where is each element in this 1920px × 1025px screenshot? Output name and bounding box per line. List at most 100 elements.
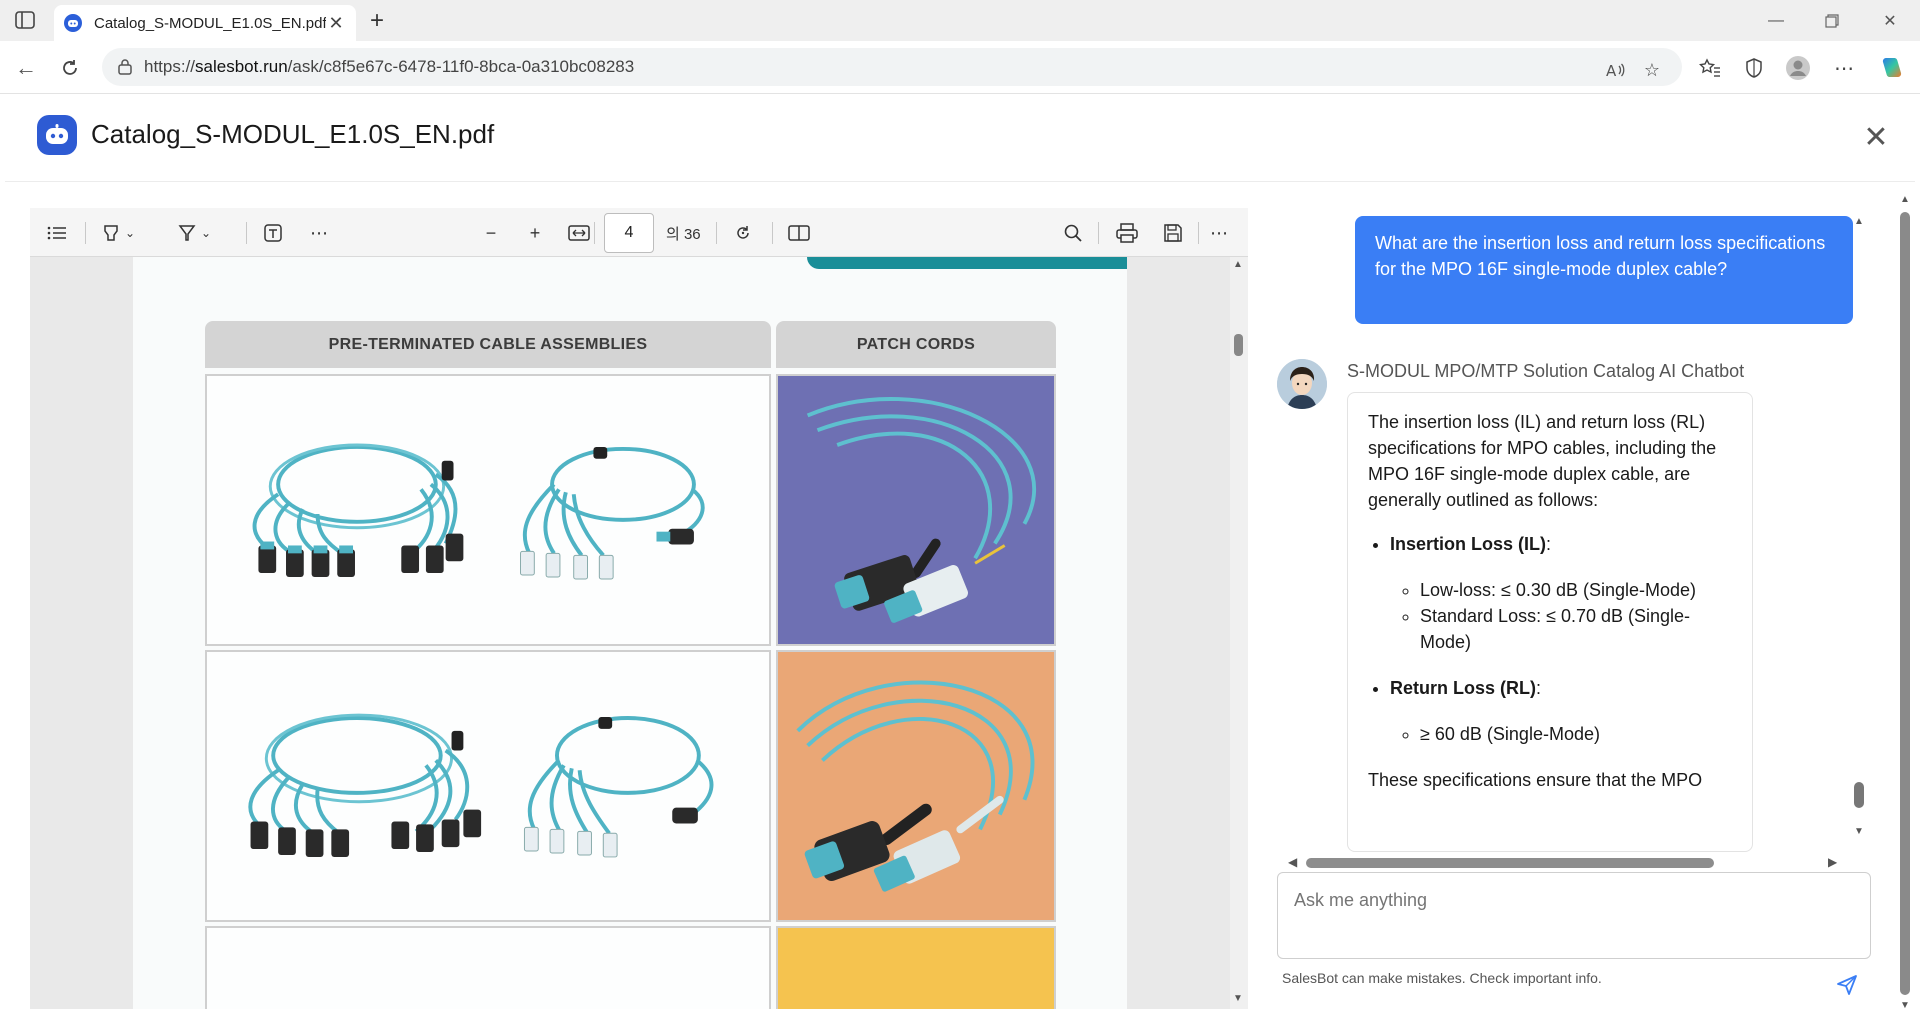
url-host: salesbot.run bbox=[195, 57, 288, 76]
bot-outro-text: These specifications ensure that the MPO bbox=[1368, 770, 1703, 790]
chat-messages-scroll-thumb[interactable] bbox=[1854, 782, 1864, 808]
il-standard-loss: Standard Loss: ≤ 0.70 dB (Single-Mode) bbox=[1420, 603, 1732, 655]
image-patch-cord-yellow bbox=[776, 926, 1056, 1009]
column-header-patch-cords: PATCH CORDS bbox=[776, 321, 1056, 368]
url-field[interactable]: https://salesbot.run/ask/c8f5e67c-6478-1… bbox=[102, 48, 1682, 86]
pdf-toolbar: ⌄ ⌄ ⋯ − + 4 의 36 ⋯ bbox=[30, 208, 1248, 257]
url-scheme: https:// bbox=[144, 57, 196, 76]
pdf-page: PRE-TERMINATED CABLE ASSEMBLIES PATCH CO… bbox=[133, 257, 1127, 1009]
browser-essentials-shield-icon[interactable] bbox=[1740, 54, 1768, 82]
pdf-more-icon[interactable]: ⋯ bbox=[1206, 220, 1232, 246]
chatbot-name: S-MODUL MPO/MTP Solution Catalog AI Chat… bbox=[1347, 361, 1745, 381]
spec-list: Insertion Loss (IL): Low-loss: ≤ 0.30 dB… bbox=[1390, 531, 1732, 747]
image-patch-cord-purple bbox=[776, 374, 1056, 646]
table-of-contents-icon[interactable] bbox=[44, 220, 70, 246]
browser-address-bar: ← https://salesbot.run/ask/c8f5e67c-6478… bbox=[0, 41, 1920, 94]
zoom-in-icon[interactable]: + bbox=[522, 220, 548, 246]
rotate-icon[interactable] bbox=[730, 220, 756, 246]
add-text-icon[interactable] bbox=[260, 220, 286, 246]
toolbar-divider bbox=[1098, 222, 1099, 244]
chat-messages-scrollbar[interactable]: ▲ ▼ bbox=[1850, 216, 1870, 837]
cable-assembly-illustration bbox=[252, 443, 705, 580]
print-icon[interactable] bbox=[1114, 220, 1140, 246]
modal-close-icon[interactable]: ✕ bbox=[1861, 121, 1891, 154]
new-tab-icon[interactable]: + bbox=[364, 7, 390, 34]
tab-close-icon[interactable]: ✕ bbox=[326, 13, 346, 33]
restore-icon[interactable] bbox=[1812, 8, 1852, 34]
modal-vertical-scrollbar[interactable]: ▲ ▼ bbox=[1896, 190, 1916, 1015]
patch-cord-illustration bbox=[806, 397, 1036, 623]
modal-scroll-down-arrow-icon[interactable]: ▼ bbox=[1900, 1000, 1910, 1011]
tab-title: Catalog_S-MODUL_E1.0S_EN.pdf bbox=[94, 14, 326, 32]
spec-item-insertion-loss: Insertion Loss (IL): Low-loss: ≤ 0.30 dB… bbox=[1390, 531, 1732, 655]
toolbar-divider bbox=[246, 222, 247, 244]
bot-message-bubble: The insertion loss (IL) and return loss … bbox=[1347, 392, 1753, 852]
fit-to-width-icon[interactable] bbox=[566, 220, 592, 246]
scroll-down-arrow-icon[interactable]: ▼ bbox=[1233, 993, 1243, 1004]
url-text: https://salesbot.run/ask/c8f5e67c-6478-1… bbox=[144, 57, 634, 77]
more-tools-icon[interactable]: ⋯ bbox=[306, 220, 332, 246]
draw-icon[interactable] bbox=[174, 220, 200, 246]
image-cable-assembly-1 bbox=[205, 374, 771, 646]
salesbot-favicon-icon bbox=[64, 14, 82, 32]
chatbot-avatar bbox=[1277, 359, 1327, 409]
patch-cord-illustration bbox=[796, 680, 1035, 892]
sidebar-toggle-icon[interactable] bbox=[14, 9, 36, 31]
image-cable-assembly-2 bbox=[205, 650, 771, 922]
search-icon[interactable] bbox=[1060, 220, 1086, 246]
chat-scroll-down-arrow-icon[interactable]: ▼ bbox=[1854, 826, 1864, 837]
horizontal-scroll-thumb[interactable] bbox=[1306, 858, 1714, 868]
page-number-input[interactable]: 4 bbox=[604, 213, 654, 253]
scroll-left-arrow-icon[interactable]: ◀ bbox=[1288, 855, 1297, 869]
rl-heading: Return Loss (RL) bbox=[1390, 678, 1536, 698]
document-modal-header: Catalog_S-MODUL_E1.0S_EN.pdf ✕ bbox=[5, 94, 1915, 182]
il-sublist: Low-loss: ≤ 0.30 dB (Single-Mode) Standa… bbox=[1420, 577, 1732, 655]
bot-intro-text: The insertion loss (IL) and return loss … bbox=[1368, 412, 1717, 510]
chat-horizontal-scrollbar[interactable]: ◀ ▶ bbox=[1284, 853, 1844, 871]
scroll-right-arrow-icon[interactable]: ▶ bbox=[1828, 855, 1837, 869]
zoom-out-icon[interactable]: − bbox=[478, 220, 504, 246]
favorite-star-icon[interactable]: ☆ bbox=[1638, 56, 1666, 84]
modal-scroll-up-arrow-icon[interactable]: ▲ bbox=[1900, 194, 1910, 205]
more-menu-icon[interactable]: ⋯ bbox=[1830, 54, 1858, 82]
cable-assembly-illustration bbox=[248, 713, 714, 858]
salesbot-logo-icon bbox=[37, 115, 77, 155]
page-view-icon[interactable] bbox=[786, 220, 812, 246]
chatbot-avatar-icon bbox=[1277, 359, 1327, 409]
image-patch-cord-orange bbox=[776, 650, 1056, 922]
toolbar-divider bbox=[594, 222, 595, 244]
browser-tab-active[interactable]: Catalog_S-MODUL_E1.0S_EN.pdf ✕ bbox=[54, 5, 356, 41]
rl-sublist: ≥ 60 dB (Single-Mode) bbox=[1420, 721, 1732, 747]
scroll-up-arrow-icon[interactable]: ▲ bbox=[1233, 259, 1243, 270]
svg-text:A: A bbox=[1606, 62, 1617, 79]
toolbar-divider bbox=[1198, 222, 1199, 244]
pdf-viewer[interactable]: ⌄ ⌄ ⋯ − + 4 의 36 ⋯ PRE-TERMINATED CABLE … bbox=[30, 208, 1248, 1009]
toolbar-divider bbox=[85, 222, 86, 244]
read-aloud-icon[interactable]: A bbox=[1602, 56, 1630, 84]
chat-scroll-up-arrow-icon[interactable]: ▲ bbox=[1854, 216, 1864, 227]
pdf-scroll-thumb[interactable] bbox=[1234, 334, 1243, 356]
toolbar-divider bbox=[772, 222, 773, 244]
send-icon[interactable] bbox=[1834, 972, 1860, 998]
copilot-icon[interactable] bbox=[1878, 54, 1906, 82]
highlight-options-chevron-icon[interactable]: ⌄ bbox=[122, 220, 138, 246]
modal-scroll-thumb[interactable] bbox=[1900, 212, 1910, 995]
reload-icon[interactable] bbox=[56, 54, 84, 82]
draw-options-chevron-icon[interactable]: ⌄ bbox=[198, 220, 214, 246]
window-close-icon[interactable]: ✕ bbox=[1870, 8, 1910, 34]
disclaimer-text: SalesBot can make mistakes. Check import… bbox=[1282, 970, 1602, 986]
column-header-pre-terminated: PRE-TERMINATED CABLE ASSEMBLIES bbox=[205, 321, 771, 368]
chat-input[interactable] bbox=[1277, 872, 1871, 959]
rl-value: ≥ 60 dB (Single-Mode) bbox=[1420, 721, 1732, 747]
toolbar-divider bbox=[716, 222, 717, 244]
il-low-loss: Low-loss: ≤ 0.30 dB (Single-Mode) bbox=[1420, 577, 1732, 603]
favorites-list-icon[interactable] bbox=[1696, 54, 1724, 82]
minimize-icon[interactable]: ― bbox=[1756, 8, 1796, 34]
site-info-icon[interactable] bbox=[116, 58, 134, 76]
profile-avatar-icon[interactable] bbox=[1784, 54, 1812, 82]
pdf-vertical-scrollbar[interactable]: ▲ ▼ bbox=[1230, 257, 1248, 1009]
spec-item-return-loss: Return Loss (RL): ≥ 60 dB (Single-Mode) bbox=[1390, 675, 1732, 747]
highlight-icon[interactable] bbox=[98, 220, 124, 246]
back-icon[interactable]: ← bbox=[12, 54, 40, 82]
save-icon[interactable] bbox=[1160, 220, 1186, 246]
